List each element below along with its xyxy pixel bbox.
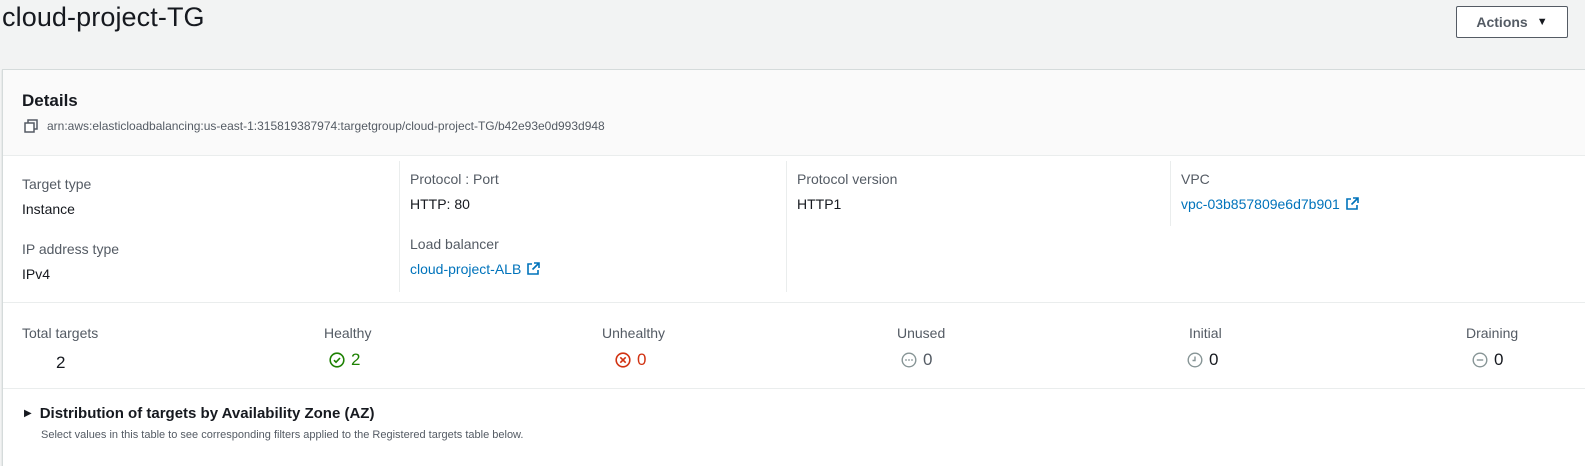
actions-label: Actions bbox=[1476, 14, 1528, 30]
az-expand-toggle[interactable]: ▶ Distribution of targets by Availabilit… bbox=[24, 405, 523, 422]
target-type-value: Instance bbox=[22, 201, 75, 217]
stat-healthy: Healthy 2 bbox=[324, 325, 371, 370]
unhealthy-value[interactable]: 0 bbox=[637, 350, 646, 370]
draining-label: Draining bbox=[1466, 325, 1519, 341]
column-protocol-version: Protocol version HTTP1 bbox=[786, 161, 1172, 292]
details-title: Details bbox=[22, 91, 78, 110]
field-vpc: VPC vpc-03b857809e6d7b901 bbox=[1181, 171, 1359, 214]
stat-unused: Unused 0 bbox=[897, 325, 945, 370]
details-panel: Details arn:aws:elasticloadbalancing:us-… bbox=[2, 69, 1585, 466]
caret-down-icon: ▼ bbox=[1536, 16, 1548, 28]
field-load-balancer: Load balancer cloud-project-ALB bbox=[410, 236, 541, 279]
vpc-label: VPC bbox=[1181, 171, 1210, 187]
healthy-value[interactable]: 2 bbox=[351, 350, 360, 370]
az-distribution-section: ▶ Distribution of targets by Availabilit… bbox=[24, 405, 523, 441]
actions-button[interactable]: Actions ▼ bbox=[1456, 6, 1568, 38]
details-columns: Target type Instance IP address type IPv… bbox=[3, 156, 1585, 302]
arn-text: arn:aws:elasticloadbalancing:us-east-1:3… bbox=[47, 119, 605, 133]
stat-initial: Initial 0 bbox=[1187, 325, 1222, 370]
stat-draining: Draining 0 bbox=[1466, 325, 1518, 370]
ip-address-type-value: IPv4 bbox=[22, 266, 51, 282]
az-title: Distribution of targets by Availability … bbox=[39, 405, 375, 422]
ip-address-type-label: IP address type bbox=[22, 241, 120, 257]
copy-icon[interactable] bbox=[24, 119, 38, 133]
caret-right-icon: ▶ bbox=[24, 408, 32, 419]
field-protocol-port: Protocol : Port HTTP: 80 bbox=[410, 171, 499, 212]
column-protocol: Protocol : Port HTTP: 80 Load balancer c… bbox=[399, 161, 786, 292]
x-circle-icon bbox=[615, 352, 631, 368]
vpc-value: vpc-03b857809e6d7b901 bbox=[1181, 196, 1340, 212]
draining-value[interactable]: 0 bbox=[1494, 350, 1503, 370]
unused-label: Unused bbox=[897, 325, 946, 341]
check-circle-icon bbox=[329, 352, 345, 368]
field-ip-address-type: IP address type IPv4 bbox=[22, 241, 119, 282]
external-link-icon bbox=[526, 262, 541, 276]
target-type-label: Target type bbox=[22, 176, 92, 192]
total-targets-label: Total targets bbox=[22, 325, 99, 341]
healthy-label: Healthy bbox=[324, 325, 372, 341]
divider bbox=[3, 388, 1585, 389]
field-protocol-version: Protocol version HTTP1 bbox=[797, 171, 897, 212]
load-balancer-link[interactable]: cloud-project-ALB bbox=[410, 261, 541, 277]
protocol-version-label: Protocol version bbox=[797, 171, 898, 187]
total-targets-value[interactable]: 2 bbox=[56, 353, 65, 373]
divider bbox=[3, 302, 1585, 303]
stat-total-targets: Total targets 2 bbox=[22, 325, 98, 373]
unused-value[interactable]: 0 bbox=[923, 350, 932, 370]
load-balancer-value: cloud-project-ALB bbox=[410, 261, 522, 277]
initial-label: Initial bbox=[1189, 325, 1222, 341]
details-header: Details arn:aws:elasticloadbalancing:us-… bbox=[3, 70, 1585, 156]
protocol-port-value: HTTP: 80 bbox=[410, 196, 470, 212]
az-description: Select values in this table to see corre… bbox=[41, 429, 524, 441]
clock-icon bbox=[1187, 352, 1203, 368]
column-target: Target type Instance IP address type IPv… bbox=[3, 161, 399, 292]
protocol-port-label: Protocol : Port bbox=[410, 171, 499, 187]
unhealthy-label: Unhealthy bbox=[602, 325, 666, 341]
field-target-type: Target type Instance bbox=[22, 176, 91, 217]
vpc-link[interactable]: vpc-03b857809e6d7b901 bbox=[1181, 196, 1359, 212]
load-balancer-label: Load balancer bbox=[410, 236, 499, 252]
minus-circle-icon bbox=[1472, 352, 1488, 368]
column-vpc: VPC vpc-03b857809e6d7b901 bbox=[1170, 161, 1570, 226]
protocol-version-value: HTTP1 bbox=[797, 196, 842, 212]
page-title: cloud-project-TG bbox=[2, 2, 205, 32]
stat-unhealthy: Unhealthy 0 bbox=[602, 325, 665, 370]
external-link-icon bbox=[1345, 197, 1359, 211]
initial-value[interactable]: 0 bbox=[1209, 350, 1218, 370]
arn-row: arn:aws:elasticloadbalancing:us-east-1:3… bbox=[24, 119, 605, 133]
dots-circle-icon bbox=[901, 352, 917, 368]
